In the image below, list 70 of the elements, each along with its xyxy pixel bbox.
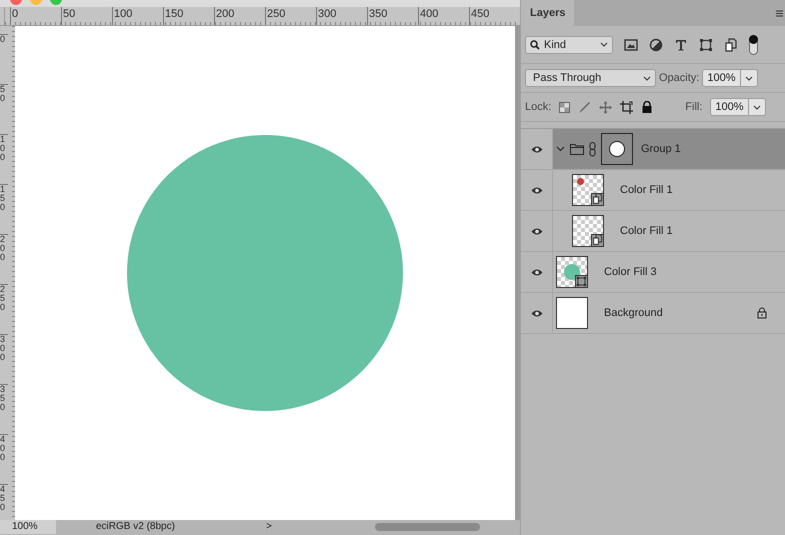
circle-icon xyxy=(609,141,625,157)
smart-object-badge-icon xyxy=(591,193,604,206)
filter-toggle[interactable] xyxy=(749,34,758,54)
layer-name: Color Fill 1 xyxy=(620,225,673,237)
layer-thumbnail xyxy=(556,297,588,329)
ruler-label: 100 xyxy=(112,7,163,25)
folder-icon xyxy=(570,143,584,155)
layer-name: Color Fill 1 xyxy=(620,184,673,196)
ruler-label: 300 xyxy=(316,7,367,25)
adjustment-filter-icon[interactable] xyxy=(649,38,663,52)
ruler-label: 350 xyxy=(0,384,8,434)
ruler-label: 250 xyxy=(0,284,8,334)
zoom-level[interactable]: 100% xyxy=(0,520,56,534)
fill-field[interactable]: 100% xyxy=(710,98,766,116)
type-filter-icon[interactable] xyxy=(674,38,688,52)
chevron-icon xyxy=(643,76,651,80)
scrollbar-thumb[interactable] xyxy=(375,523,480,531)
crop-icon[interactable] xyxy=(620,100,634,114)
eye-icon[interactable] xyxy=(530,186,542,194)
ruler-label: 0 xyxy=(0,34,8,84)
eye-icon[interactable] xyxy=(530,226,542,236)
status-menu-arrow[interactable]: > xyxy=(266,520,280,534)
lock-transparency-icon[interactable] xyxy=(559,102,570,112)
opacity-field[interactable]: 100% xyxy=(702,69,758,87)
smart-object-filter-icon[interactable] xyxy=(724,38,738,52)
blend-mode-dropdown[interactable]: Pass Through xyxy=(525,69,656,87)
chevron-icon xyxy=(752,104,761,110)
ruler-label: 50 xyxy=(0,84,8,134)
layer-row[interactable]: Color Fill 1 xyxy=(521,170,785,211)
chevron-icon xyxy=(600,42,608,47)
ruler-label: 150 xyxy=(0,184,8,234)
link-icon[interactable] xyxy=(589,142,596,156)
chevron-icon xyxy=(744,76,752,80)
ruler-label: 0 xyxy=(10,7,61,25)
opacity-label: Opacity: xyxy=(659,72,700,84)
smart-object-badge-icon xyxy=(591,234,604,247)
chevron-icon[interactable] xyxy=(556,146,565,152)
filter-dropdown[interactable]: Kind xyxy=(525,36,613,54)
eye-icon[interactable] xyxy=(530,144,542,154)
search-icon xyxy=(530,40,540,50)
ruler-label: 200 xyxy=(0,234,8,284)
fill-label: Fill: xyxy=(685,101,702,113)
ruler-label: 400 xyxy=(0,434,8,484)
brush-icon[interactable] xyxy=(578,100,592,114)
shape-filter-icon[interactable] xyxy=(699,38,713,52)
ruler-label: 50 xyxy=(61,7,112,25)
layer-row[interactable]: Color Fill 1 xyxy=(521,211,785,252)
lock-icon[interactable] xyxy=(641,101,654,113)
ruler-label: 200 xyxy=(214,7,265,25)
ruler-label: 250 xyxy=(265,7,316,25)
eye-icon[interactable] xyxy=(530,308,542,318)
layer-row[interactable]: Color Fill 3 xyxy=(521,252,785,293)
ruler-label: 150 xyxy=(163,7,214,25)
shape-badge-icon xyxy=(575,275,588,288)
ruler-label: 350 xyxy=(367,7,418,25)
mask-thumbnail[interactable] xyxy=(601,133,633,165)
layer-name: Group 1 xyxy=(641,143,681,155)
layer-row[interactable]: Background xyxy=(521,293,785,334)
color-profile: eciRGB v2 (8bpc) xyxy=(95,520,176,534)
lock-label: Lock: xyxy=(525,101,552,113)
ruler-label: 300 xyxy=(0,334,8,384)
ruler-label: 100 xyxy=(0,134,8,184)
image-filter-icon[interactable] xyxy=(624,38,638,52)
menu-icon[interactable] xyxy=(776,10,783,16)
layer-name: Color Fill 3 xyxy=(604,266,657,278)
move-icon[interactable] xyxy=(599,100,612,114)
ruler-label: 400 xyxy=(418,7,469,25)
layer-name: Background xyxy=(604,307,663,319)
eye-icon[interactable] xyxy=(530,268,542,276)
layers-tab[interactable]: Layers xyxy=(521,0,574,26)
